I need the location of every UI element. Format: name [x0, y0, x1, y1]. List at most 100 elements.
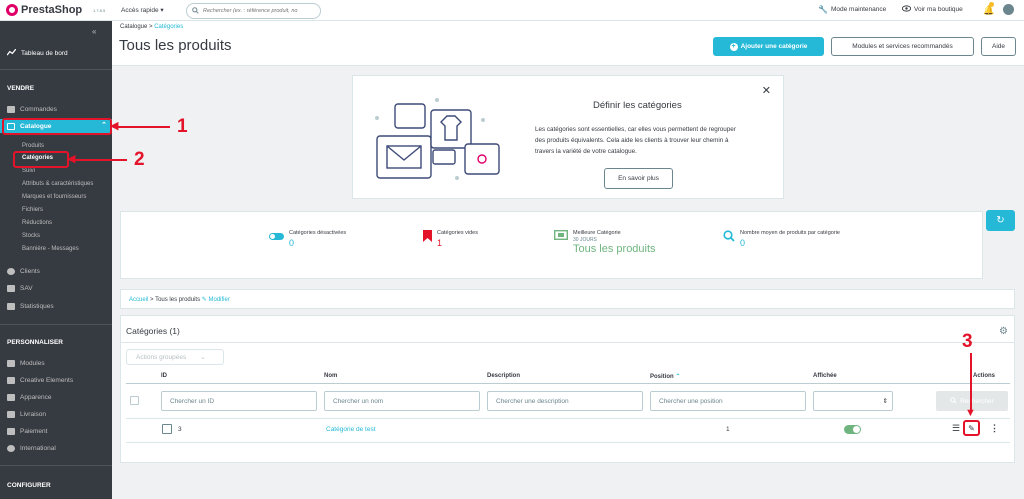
kpi-label: Meilleure Catégorie [573, 230, 621, 236]
list-icon[interactable]: ☰ [952, 423, 960, 434]
top-bar: PrestaShop 1.7.8.5 Accès rapide ▾ 🔧 Mode… [0, 0, 1024, 21]
money-icon [553, 229, 569, 255]
quick-access-menu[interactable]: Accès rapide ▾ [121, 6, 164, 14]
row-checkbox[interactable] [162, 424, 172, 434]
gear-icon[interactable]: ⚙ [999, 326, 1008, 337]
notification-badge [989, 2, 994, 7]
annotation-number-3: 3 [962, 331, 973, 352]
pencil-icon: ✎ [201, 297, 207, 303]
column-header-label: Position [650, 374, 674, 380]
displayed-toggle[interactable] [844, 425, 861, 434]
sidebar-divider [0, 324, 112, 325]
filter-position-input[interactable]: Chercher une position [650, 391, 806, 411]
sidebar-subitem-banner[interactable]: Bannière - Messages [22, 246, 79, 252]
help-button[interactable]: Aide [981, 37, 1016, 56]
filter-displayed-select[interactable]: ⇕ [813, 391, 893, 411]
sidebar-subitem-files[interactable]: Fichiers [22, 207, 43, 213]
filter-id-input[interactable]: Chercher un ID [161, 391, 317, 411]
sidebar: « Tableau de bord VENDRE Commandes Catal… [0, 21, 112, 499]
search-bar[interactable] [186, 3, 321, 19]
arrow-head-icon: ◀ [67, 153, 76, 165]
sidebar-subitem-attributes[interactable]: Attributs & caractéristiques [22, 181, 93, 187]
close-icon[interactable]: ✕ [762, 84, 771, 97]
grid-icon [7, 377, 15, 384]
view-shop-link[interactable]: Voir ma boutique [901, 5, 963, 14]
kpi-value: 1 [437, 238, 443, 248]
chat-icon [7, 285, 15, 292]
sidebar-item-stats[interactable]: Statistiques [7, 303, 54, 310]
monitor-icon [7, 394, 15, 401]
sidebar-item-orders[interactable]: Commandes [7, 106, 57, 113]
categories-table-card: Catégories (1) ⚙ Actions groupées ⌄ ID N… [120, 315, 1015, 463]
sidebar-item-international[interactable]: International [7, 445, 56, 452]
sidebar-item-clients[interactable]: Clients [7, 268, 40, 275]
table-title: Catégories (1) [126, 326, 180, 336]
column-header-id[interactable]: ID [161, 373, 167, 379]
column-header-description[interactable]: Description [487, 373, 520, 379]
annotation-arrow-3 [970, 353, 972, 410]
edit-button[interactable]: ✎ [963, 420, 980, 436]
search-icon [950, 396, 957, 406]
sidebar-subitem-products[interactable]: Produits [22, 143, 44, 149]
sidebar-divider [0, 465, 112, 466]
refresh-icon: ↻ [996, 215, 1005, 226]
info-description: Les catégories sont essentielles, car el… [535, 126, 736, 155]
trend-icon [6, 48, 17, 58]
learn-more-button[interactable]: En savoir plus [604, 168, 673, 189]
sort-up-icon: ⌃ [675, 374, 681, 380]
sort-arrows-icon: ⇕ [882, 398, 888, 405]
sidebar-divider [0, 69, 112, 70]
filter-description-input[interactable]: Chercher une description [487, 391, 643, 411]
sidebar-item-delivery[interactable]: Livraison [7, 411, 46, 418]
filter-name-input[interactable]: Chercher un nom [324, 391, 480, 411]
column-header-position[interactable]: Position ⌃ [650, 373, 680, 380]
refresh-button[interactable]: ↻ [986, 210, 1015, 231]
sidebar-subitem-discounts[interactable]: Réductions [22, 220, 52, 226]
annotation-arrow-2 [70, 159, 127, 161]
sidebar-subitem-stocks[interactable]: Stocks [22, 233, 40, 239]
select-all-checkbox[interactable] [130, 396, 139, 405]
more-icon[interactable]: ⋮ [990, 423, 999, 434]
edit-category-link[interactable]: ✎ Modifier [202, 297, 230, 303]
maintenance-link[interactable]: 🔧 Mode maintenance [818, 5, 886, 14]
search-input[interactable] [203, 8, 318, 14]
annotation-number-2: 2 [134, 149, 145, 170]
breadcrumb-root[interactable]: Catalogue [120, 24, 147, 30]
sidebar-item-payment[interactable]: Paiement [7, 428, 47, 435]
cart-icon [7, 106, 15, 113]
bulk-actions-dropdown[interactable]: Actions groupées ⌄ [126, 349, 224, 365]
sidebar-item-appearance[interactable]: Apparence [7, 394, 51, 401]
cell-position: 1 [726, 426, 730, 433]
info-card: ✕ Définir les catégories Les catégories … [352, 75, 784, 199]
maintenance-label: Mode maintenance [830, 6, 887, 13]
sidebar-item-label: Clients [20, 268, 40, 275]
add-category-label: Ajouter une catégorie [740, 43, 808, 50]
sidebar-item-sav[interactable]: SAV [7, 285, 33, 292]
pencil-icon: ✎ [968, 423, 975, 433]
breadcrumb-current[interactable]: Catégories [154, 24, 183, 30]
sidebar-item-creative-elements[interactable]: Creative Elements [7, 377, 73, 384]
user-avatar-icon[interactable] [1003, 4, 1014, 15]
bulk-actions-label: Actions groupées [136, 353, 187, 361]
page-title: Tous les produits [119, 37, 232, 54]
sidebar-subitem-brands[interactable]: Marques et fournisseurs [22, 194, 86, 200]
prestashop-logo[interactable]: PrestaShop [6, 4, 82, 16]
modules-services-button[interactable]: Modules et services recommandés [831, 37, 974, 56]
add-category-button[interactable]: + Ajouter une catégorie [713, 37, 824, 56]
cell-name[interactable]: Catégorie de test [326, 426, 376, 433]
sidebar-item-label: SAV [20, 285, 33, 292]
sidebar-item-modules[interactable]: Modules [7, 360, 45, 367]
collapse-sidebar-icon[interactable]: « [92, 27, 96, 36]
column-header-name[interactable]: Nom [324, 373, 337, 379]
kpi-average-products: Nombre moyen de produits par catégorie 0 [723, 230, 840, 249]
kpi-value: 0 [289, 238, 295, 248]
sidebar-item-dashboard[interactable]: Tableau de bord [6, 48, 68, 58]
sidebar-item-label: Paiement [20, 428, 48, 435]
globe-icon [7, 445, 15, 452]
search-icon [723, 230, 735, 249]
sidebar-subitem-tracking[interactable]: Suivi [22, 168, 35, 174]
breadcrumb-home-link[interactable]: Accueil [129, 297, 148, 303]
wrench-icon: 🔧 [818, 5, 828, 14]
kpi-label: Catégories désactivées [289, 230, 347, 236]
kpi-value: 0 [740, 238, 746, 248]
